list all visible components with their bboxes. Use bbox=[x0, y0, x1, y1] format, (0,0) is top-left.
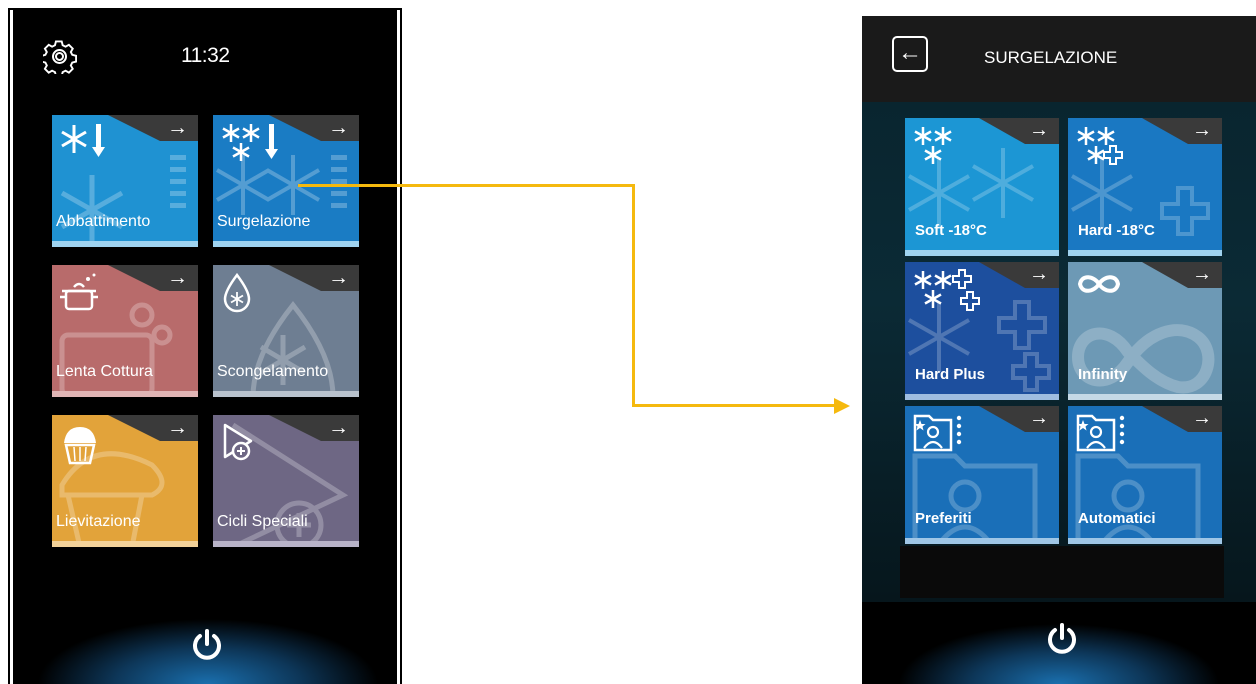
tile-bar bbox=[52, 241, 198, 247]
tile-hard[interactable]: → Hard -18°C bbox=[1068, 118, 1222, 256]
tile-preferiti[interactable]: → Preferiti bbox=[905, 406, 1059, 544]
tile-bar bbox=[213, 541, 359, 547]
tile-hard-plus[interactable]: → Hard Plus bbox=[905, 262, 1059, 400]
connector-arrowhead-icon bbox=[834, 398, 850, 414]
tile-label: Automatici bbox=[1078, 510, 1156, 527]
clock: 11:32 bbox=[181, 44, 230, 67]
corner-tab-slant bbox=[269, 415, 321, 441]
arrow-right-icon: → bbox=[328, 416, 349, 439]
corner-tab-slant bbox=[979, 118, 1025, 144]
tile-abbattimento[interactable]: → Abbattimento bbox=[52, 115, 198, 247]
corner-tab-slant bbox=[979, 262, 1025, 288]
tile-label: Lenta Cottura bbox=[56, 363, 153, 380]
corner-tab-slant bbox=[108, 115, 160, 141]
corner-tab-slant bbox=[269, 265, 321, 291]
corner-tab-slant bbox=[979, 406, 1025, 432]
connector-line bbox=[632, 404, 838, 407]
tile-label: Surgelazione bbox=[217, 213, 311, 230]
tile-bar bbox=[1068, 394, 1222, 400]
tile-label: Scongelamento bbox=[217, 363, 329, 380]
infinity-icon bbox=[1077, 275, 1121, 293]
arrow-right-icon: → bbox=[167, 416, 188, 439]
auto-folder-icon bbox=[1076, 414, 1125, 452]
play-plus-icon bbox=[223, 423, 253, 461]
arrow-right-icon: → bbox=[1192, 407, 1212, 429]
empty-slot bbox=[900, 546, 1224, 598]
snowflakes-plus-icon bbox=[1077, 127, 1123, 165]
arrow-right-icon: → bbox=[328, 266, 349, 289]
tile-bar bbox=[905, 538, 1059, 544]
drop-snowflake-icon bbox=[223, 272, 251, 313]
arrow-right-icon: → bbox=[328, 116, 349, 139]
main-menu-screen: 11:32 → Abbattimento → Surgelazione → Le… bbox=[10, 10, 400, 684]
tile-label: Soft -18°C bbox=[915, 222, 987, 239]
tile-label: Hard -18°C bbox=[1078, 222, 1155, 239]
arrow-right-icon: → bbox=[1029, 263, 1049, 285]
tile-label: Infinity bbox=[1078, 366, 1128, 383]
tile-bar bbox=[1068, 250, 1222, 256]
arrow-right-icon: → bbox=[167, 116, 188, 139]
corner-tab-slant bbox=[1142, 406, 1188, 432]
tile-bar bbox=[1068, 538, 1222, 544]
connector-line bbox=[632, 184, 635, 407]
tile-lievitazione[interactable]: → Lievitazione bbox=[52, 415, 198, 547]
corner-tab-slant bbox=[1142, 118, 1188, 144]
tile-soft[interactable]: → Soft -18°C bbox=[905, 118, 1059, 256]
tile-label: Lievitazione bbox=[56, 513, 141, 530]
tile-automatici[interactable]: → Automatici bbox=[1068, 406, 1222, 544]
tile-cicli-speciali[interactable]: → Cicli Speciali bbox=[213, 415, 359, 547]
arrow-right-icon: → bbox=[167, 266, 188, 289]
page-title: SURGELAZIONE bbox=[984, 48, 1118, 67]
arrow-right-icon: → bbox=[1029, 407, 1049, 429]
tile-bar bbox=[52, 391, 198, 397]
corner-tab-slant bbox=[108, 265, 160, 291]
pot-icon bbox=[60, 273, 98, 311]
power-icon[interactable] bbox=[1045, 622, 1079, 656]
snowflakes-double-plus-icon bbox=[914, 269, 980, 311]
tile-bar bbox=[905, 250, 1059, 256]
tile-surgelazione[interactable]: → Surgelazione bbox=[213, 115, 359, 247]
arrow-right-icon: → bbox=[1192, 263, 1212, 285]
tile-label: Preferiti bbox=[915, 510, 972, 527]
back-button[interactable]: ← bbox=[892, 36, 928, 72]
tile-label: Cicli Speciali bbox=[217, 513, 308, 530]
snowflakes-icon bbox=[914, 127, 952, 164]
surgelazione-screen: ← SURGELAZIONE → Soft -18°C → Hard -18°C… bbox=[862, 16, 1256, 684]
power-icon[interactable] bbox=[190, 628, 224, 662]
favorites-folder-icon bbox=[913, 414, 962, 452]
tile-infinity[interactable]: → Infinity bbox=[1068, 262, 1222, 400]
tile-bar bbox=[52, 541, 198, 547]
muffin-icon bbox=[64, 427, 96, 465]
corner-tab-slant bbox=[1142, 262, 1188, 288]
arrow-right-icon: → bbox=[1192, 119, 1212, 141]
gear-icon[interactable] bbox=[43, 40, 77, 74]
connector-line bbox=[298, 184, 634, 187]
tile-scongelamento[interactable]: → Scongelamento bbox=[213, 265, 359, 397]
tile-lenta-cottura[interactable]: → Lenta Cottura bbox=[52, 265, 198, 397]
corner-tab-slant bbox=[269, 115, 321, 141]
tile-bar bbox=[213, 391, 359, 397]
tile-label: Abbattimento bbox=[56, 213, 151, 230]
tile-bar bbox=[213, 241, 359, 247]
arrow-right-icon: → bbox=[1029, 119, 1049, 141]
tile-label: Hard Plus bbox=[915, 366, 986, 383]
tile-bar bbox=[905, 394, 1059, 400]
corner-tab-slant bbox=[108, 415, 160, 441]
